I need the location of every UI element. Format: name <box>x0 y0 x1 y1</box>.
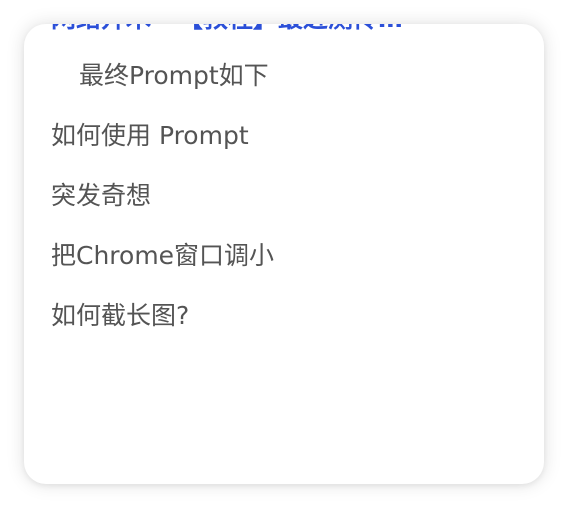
toc-item-final-prompt[interactable]: 最终Prompt如下 <box>79 60 269 92</box>
toc-item-current[interactable]: 网络开木 · 【教程】最近测传… <box>51 24 403 35</box>
toc-item-resize-chrome-window[interactable]: 把Chrome窗口调小 <box>51 240 274 272</box>
toc-item-sudden-idea[interactable]: 突发奇想 <box>51 180 151 212</box>
page-background: 网络开木 · 【教程】最近测传… 最终Prompt如下 如何使用 Prompt … <box>0 0 568 508</box>
toc-item-how-to-use-prompt[interactable]: 如何使用 Prompt <box>51 120 249 152</box>
toc-list: 网络开木 · 【教程】最近测传… 最终Prompt如下 如何使用 Prompt … <box>24 24 544 484</box>
toc-item-long-screenshot[interactable]: 如何截长图? <box>51 300 189 332</box>
table-of-contents-popup: 网络开木 · 【教程】最近测传… 最终Prompt如下 如何使用 Prompt … <box>24 24 544 484</box>
